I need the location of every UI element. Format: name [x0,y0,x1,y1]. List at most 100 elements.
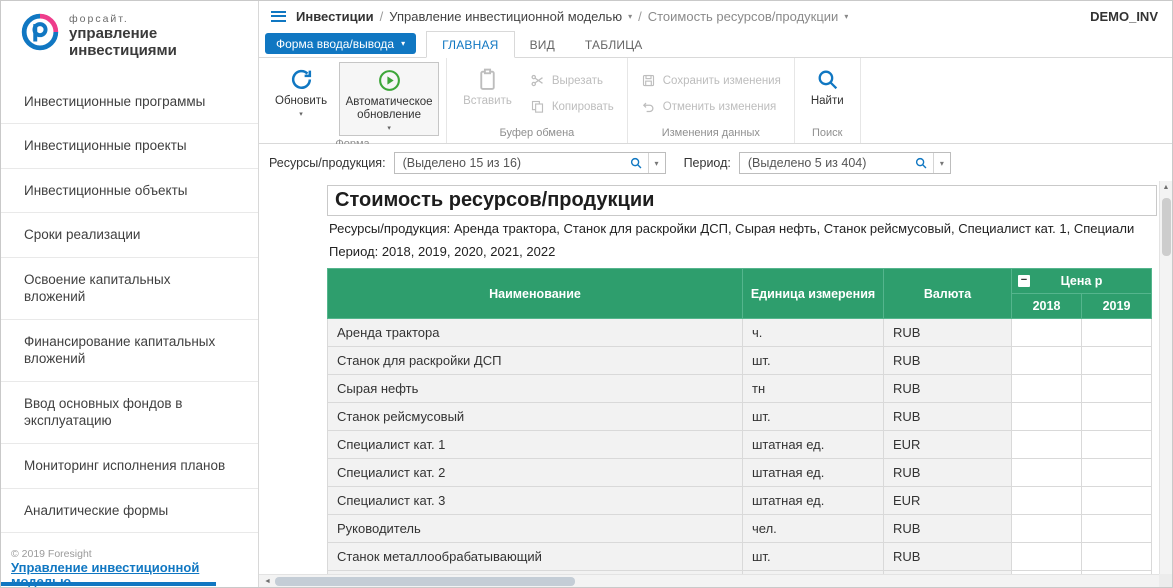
cell-currency: EUR [884,487,1012,515]
cell-price-2019[interactable] [1082,403,1152,431]
cell-currency: RUB [884,403,1012,431]
cell-price-2018[interactable] [1012,347,1082,375]
cell-price-2018[interactable] [1012,515,1082,543]
horizontal-scrollbar-thumb[interactable] [275,577,575,586]
ribbon-group-form: Обновить ▾ Автоматическое обновление ▾ Ф… [259,58,447,143]
sidebar-item-investment-projects[interactable]: Инвестиционные проекты [1,124,258,169]
tab-main[interactable]: ГЛАВНАЯ [426,31,514,58]
price-table: Наименование Единица измерения Валюта − … [327,268,1152,587]
cut-button[interactable]: Вырезать [524,71,620,90]
table-row: Сырая нефть тн RUB [328,375,1152,403]
hamburger-menu-icon[interactable] [271,11,286,22]
collapse-price-group-button[interactable]: − [1018,275,1030,287]
group-label-data-changes: Изменения данных [635,125,787,143]
cell-price-2019[interactable] [1082,487,1152,515]
cell-unit: чел. [743,515,884,543]
undo-changes-label: Отменить изменения [663,101,777,113]
cell-price-2019[interactable] [1082,459,1152,487]
cell-price-2018[interactable] [1012,319,1082,347]
cell-price-2018[interactable] [1012,459,1082,487]
form-io-menu-label: Форма ввода/вывода [276,37,394,51]
period-filter-selector[interactable]: (Выделено 5 из 404) ▾ [739,152,951,174]
auto-refresh-button[interactable]: Автоматическое обновление ▾ [339,62,439,136]
topbar: Инвестиции / Управление инвестиционной м… [259,1,1172,31]
ribbon-tabs-row: Форма ввода/вывода ▾ ГЛАВНАЯ ВИД ТАБЛИЦА [259,31,1172,58]
group-label-clipboard: Буфер обмена [454,125,620,143]
cell-price-2019[interactable] [1082,543,1152,571]
chevron-down-icon: ▾ [299,111,303,119]
sidebar: форсайт. управление инвестициями Инвести… [1,1,259,587]
sidebar-scrollbar-thumb[interactable] [1,582,216,586]
breadcrumb-item-investments[interactable]: Инвестиции [296,9,374,24]
cell-price-2018[interactable] [1012,375,1082,403]
paste-button[interactable]: Вставить [454,62,521,110]
cut-icon [530,73,545,88]
scroll-left-arrow-icon[interactable]: ◄ [261,575,274,587]
cell-resource-name: Специалист кат. 1 [328,431,743,459]
cell-resource-name: Специалист кат. 2 [328,459,743,487]
cell-resource-name: Специалист кат. 3 [328,487,743,515]
cell-currency: EUR [884,431,1012,459]
copyright: © 2019 Foresight [1,546,258,560]
save-changes-button[interactable]: Сохранить изменения [635,71,787,90]
price-table-body: Аренда трактора ч. RUB Станок для раскро… [328,319,1152,588]
chevron-down-icon[interactable]: ▾ [844,12,848,21]
sidebar-item-investment-programs[interactable]: Инвестиционные программы [1,80,258,125]
sidebar-item-fixed-assets[interactable]: Ввод основных фондов в эксплуатацию [1,382,258,444]
logo-text: форсайт. управление инвестициями [69,13,177,60]
cell-price-2019[interactable] [1082,375,1152,403]
column-header-2019: 2019 [1082,294,1152,319]
ribbon-group-data-changes: Сохранить изменения Отменить изменения И… [628,58,795,143]
cell-unit: штатная ед. [743,487,884,515]
cell-price-2018[interactable] [1012,431,1082,459]
sidebar-item-capital-development[interactable]: Освоение капитальных вложений [1,258,258,320]
table-row: Руководитель чел. RUB [328,515,1152,543]
cell-price-2018[interactable] [1012,403,1082,431]
chevron-down-icon[interactable]: ▾ [934,159,950,168]
breadcrumb-item-resource-cost[interactable]: Стоимость ресурсов/продукции [648,9,839,24]
cell-price-2019[interactable] [1082,319,1152,347]
auto-refresh-label: Автоматическое обновление [343,96,435,122]
form-io-menu-button[interactable]: Форма ввода/вывода ▾ [265,33,416,54]
chevron-down-icon[interactable]: ▾ [649,159,665,168]
tab-table[interactable]: ТАБЛИЦА [570,32,658,57]
column-header-2018: 2018 [1012,294,1082,319]
logo-brand: форсайт. [69,13,177,25]
cut-label: Вырезать [552,75,603,87]
breadcrumb-item-model[interactable]: Управление инвестиционной моделью [389,9,622,24]
undo-icon [641,99,656,114]
search-icon[interactable] [629,156,643,170]
horizontal-scrollbar[interactable]: ◄ [259,574,1159,587]
cell-price-2019[interactable] [1082,347,1152,375]
cell-currency: RUB [884,375,1012,403]
undo-changes-button[interactable]: Отменить изменения [635,97,787,116]
chevron-down-icon[interactable]: ▾ [628,12,632,21]
vertical-scrollbar-thumb[interactable] [1162,198,1171,256]
cell-resource-name: Руководитель [328,515,743,543]
refresh-button[interactable]: Обновить ▾ [266,62,336,121]
copy-button[interactable]: Копировать [524,97,620,116]
current-user[interactable]: DEMO_INV [1090,9,1158,24]
sidebar-item-analytical-forms[interactable]: Аналитические формы [1,489,258,534]
sidebar-item-capital-financing[interactable]: Финансирование капитальных вложений [1,320,258,382]
search-icon [815,67,840,92]
resources-filter-label: Ресурсы/продукция: [269,156,386,170]
refresh-label: Обновить [275,95,327,108]
page-title: Стоимость ресурсов/продукции [327,185,1157,216]
sidebar-item-plan-monitoring[interactable]: Мониторинг исполнения планов [1,444,258,489]
cell-price-2019[interactable] [1082,515,1152,543]
sidebar-item-investment-objects[interactable]: Инвестиционные объекты [1,169,258,214]
cell-price-2019[interactable] [1082,431,1152,459]
vertical-scrollbar[interactable]: ▲ [1159,181,1172,574]
resources-filter-selector[interactable]: (Выделено 15 из 16) ▾ [394,152,666,174]
tab-view[interactable]: ВИД [515,32,570,57]
sidebar-item-implementation-terms[interactable]: Сроки реализации [1,213,258,258]
cell-price-2018[interactable] [1012,543,1082,571]
search-icon[interactable] [914,156,928,170]
cell-unit: шт. [743,347,884,375]
scroll-up-arrow-icon[interactable]: ▲ [1160,181,1172,194]
table-row: Специалист кат. 1 штатная ед. EUR [328,431,1152,459]
find-button[interactable]: Найти [802,62,853,110]
copy-label: Копировать [552,101,614,113]
cell-price-2018[interactable] [1012,487,1082,515]
